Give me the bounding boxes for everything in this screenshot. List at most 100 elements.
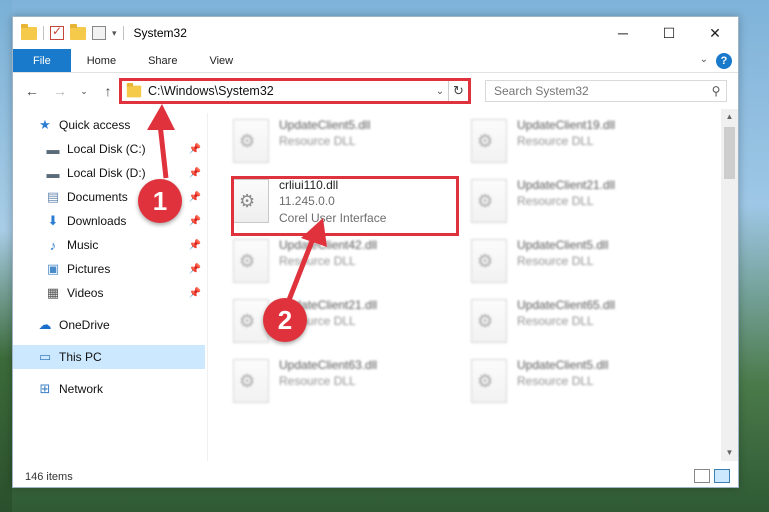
up-button[interactable]: ↑	[97, 80, 119, 102]
sidebar-item-label: OneDrive	[59, 318, 110, 332]
navigation-bar: ← → ⌄ ↑ C:\Windows\System32 ⌄ ↻ ⚲	[13, 73, 738, 109]
file-item[interactable]: ⚙ UpdateClient5.dll Resource DLL	[233, 117, 473, 173]
sidebar-item-pictures[interactable]: ▣ Pictures 📌	[13, 257, 205, 281]
file-description: Resource DLL	[279, 134, 356, 148]
search-input[interactable]	[494, 84, 706, 98]
documents-icon: ▤	[46, 189, 60, 204]
sidebar-item-music[interactable]: ♪ Music 📌	[13, 233, 205, 257]
dll-file-icon: ⚙	[471, 239, 507, 283]
tab-share[interactable]: Share	[132, 49, 193, 72]
file-name: UpdateClient5.dll	[517, 358, 609, 372]
file-info: UpdateClient5.dll Resource DLL	[517, 237, 608, 270]
scroll-thumb[interactable]	[724, 127, 735, 179]
pin-icon[interactable]: 📌	[189, 216, 201, 227]
file-info: UpdateClient19.dll Resource DLL	[517, 117, 615, 150]
file-item[interactable]: ⚙ UpdateClient19.dll Resource DLL	[471, 117, 711, 173]
pictures-icon: ▣	[46, 261, 60, 276]
help-icon[interactable]: ?	[716, 53, 732, 69]
file-description: Resource DLL	[517, 134, 594, 148]
properties-check-icon[interactable]	[50, 24, 64, 40]
sidebar-item-label: Network	[59, 382, 104, 396]
file-item[interactable]: ⚙ UpdateClient65.dll Resource DLL	[471, 297, 711, 353]
pin-icon[interactable]: 📌	[189, 144, 201, 155]
file-name: UpdateClient5.dll	[279, 118, 371, 132]
tab-home[interactable]: Home	[71, 49, 132, 72]
forward-button[interactable]: →	[49, 80, 71, 102]
dll-file-icon: ⚙	[471, 359, 507, 403]
pin-icon[interactable]: 📌	[189, 288, 201, 299]
file-item[interactable]: ⚙ UpdateClient21.dll Resource DLL	[471, 177, 711, 233]
gear-icon: ⚙	[477, 191, 494, 211]
large-icons-view-button[interactable]	[714, 469, 730, 483]
file-item[interactable]: ⚙ UpdateClient42.dll Resource DLL	[233, 237, 473, 293]
pane-divider[interactable]	[207, 113, 208, 461]
pin-icon[interactable]: 📌	[189, 240, 201, 251]
address-bar[interactable]: C:\Windows\System32 ⌄ ↻	[119, 78, 471, 104]
window-controls: ─ ☐ ✕	[600, 17, 738, 49]
sidebar-item-quick-access[interactable]: ★ Quick access	[13, 113, 205, 137]
gear-icon: ⚙	[477, 131, 494, 151]
music-icon: ♪	[49, 237, 57, 253]
file-description: Resource DLL	[517, 254, 594, 268]
new-folder-icon[interactable]	[70, 23, 86, 40]
recent-locations-button[interactable]: ⌄	[77, 80, 91, 102]
file-item[interactable]: ⚙ UpdateClient5.dll Resource DLL	[471, 237, 711, 293]
scroll-up-icon[interactable]: ▲	[721, 109, 738, 125]
quick-access-toolbar: ▾	[13, 23, 124, 40]
back-button[interactable]: ←	[21, 80, 43, 102]
file-description: Resource DLL	[279, 374, 356, 388]
computer-icon: ▭	[38, 349, 52, 364]
step-1-badge: 1	[138, 179, 182, 223]
gear-icon: ⚙	[239, 251, 256, 271]
sidebar-item-local-disk-d[interactable]: ▬ Local Disk (D:) 📌	[13, 161, 205, 185]
status-bar: 146 items	[13, 465, 738, 487]
sidebar-item-network[interactable]: ⊞ Network	[13, 377, 205, 401]
sidebar-item-label: Videos	[67, 286, 104, 300]
gear-icon: ⚙	[477, 371, 494, 391]
sidebar-item-this-pc[interactable]: ▭ This PC	[13, 345, 205, 369]
tab-file[interactable]: File	[13, 49, 71, 72]
minimize-button[interactable]: ─	[600, 17, 646, 49]
file-item[interactable]: ⚙ UpdateClient63.dll Resource DLL	[233, 357, 473, 413]
dll-file-icon: ⚙	[233, 119, 269, 163]
close-button[interactable]: ✕	[692, 17, 738, 49]
scroll-down-icon[interactable]: ▼	[721, 445, 738, 461]
address-dropdown-icon[interactable]: ⌄	[432, 86, 448, 97]
pin-icon[interactable]: 📌	[189, 168, 201, 179]
file-description: Resource DLL	[517, 374, 594, 388]
sidebar-item-local-disk-c[interactable]: ▬ Local Disk (C:) 📌	[13, 137, 205, 161]
sidebar-item-videos[interactable]: ▦ Videos 📌	[13, 281, 205, 305]
gear-icon: ⚙	[477, 311, 494, 331]
expand-ribbon-chevron-icon[interactable]: ⌄	[700, 54, 708, 65]
sidebar-item-label: Pictures	[67, 262, 111, 276]
ribbon-tabs: File Home Share View ⌄ ?	[13, 49, 738, 73]
gear-icon: ⚙	[239, 131, 256, 151]
search-box[interactable]: ⚲	[485, 80, 727, 102]
dll-file-icon: ⚙	[233, 359, 269, 403]
properties-icon[interactable]	[92, 26, 106, 40]
sidebar-item-onedrive[interactable]: ☁ OneDrive	[13, 313, 205, 337]
file-name: UpdateClient19.dll	[517, 118, 616, 132]
title-bar: ▾ System32 ─ ☐ ✕	[13, 17, 738, 49]
tab-view[interactable]: View	[193, 49, 249, 72]
file-name: UpdateClient42.dll	[279, 238, 378, 252]
customize-toolbar-chevron-icon[interactable]: ▾	[112, 28, 117, 39]
desktop-background	[0, 0, 12, 512]
pin-icon[interactable]: 📌	[189, 264, 201, 275]
dll-file-icon: ⚙	[471, 119, 507, 163]
file-info: UpdateClient5.dll Resource DLL	[279, 117, 370, 150]
sidebar-item-label: This PC	[59, 350, 102, 364]
file-item[interactable]: ⚙ UpdateClient5.dll Resource DLL	[471, 357, 711, 413]
sidebar-item-label: Local Disk (C:)	[67, 142, 146, 156]
file-explorer-window: ▾ System32 ─ ☐ ✕ File Home Share View ⌄ …	[12, 16, 739, 488]
item-count: 146 items	[25, 471, 73, 483]
file-info: UpdateClient5.dll Resource DLL	[517, 357, 608, 390]
vertical-scrollbar[interactable]: ▲ ▼	[721, 109, 738, 461]
refresh-button[interactable]: ↻	[448, 81, 468, 101]
pin-icon[interactable]: 📌	[189, 192, 201, 203]
address-path[interactable]: C:\Windows\System32	[148, 84, 432, 98]
download-icon: ⬇	[47, 213, 59, 228]
search-icon[interactable]: ⚲	[706, 84, 726, 98]
maximize-button[interactable]: ☐	[646, 17, 692, 49]
details-view-button[interactable]	[694, 469, 710, 483]
